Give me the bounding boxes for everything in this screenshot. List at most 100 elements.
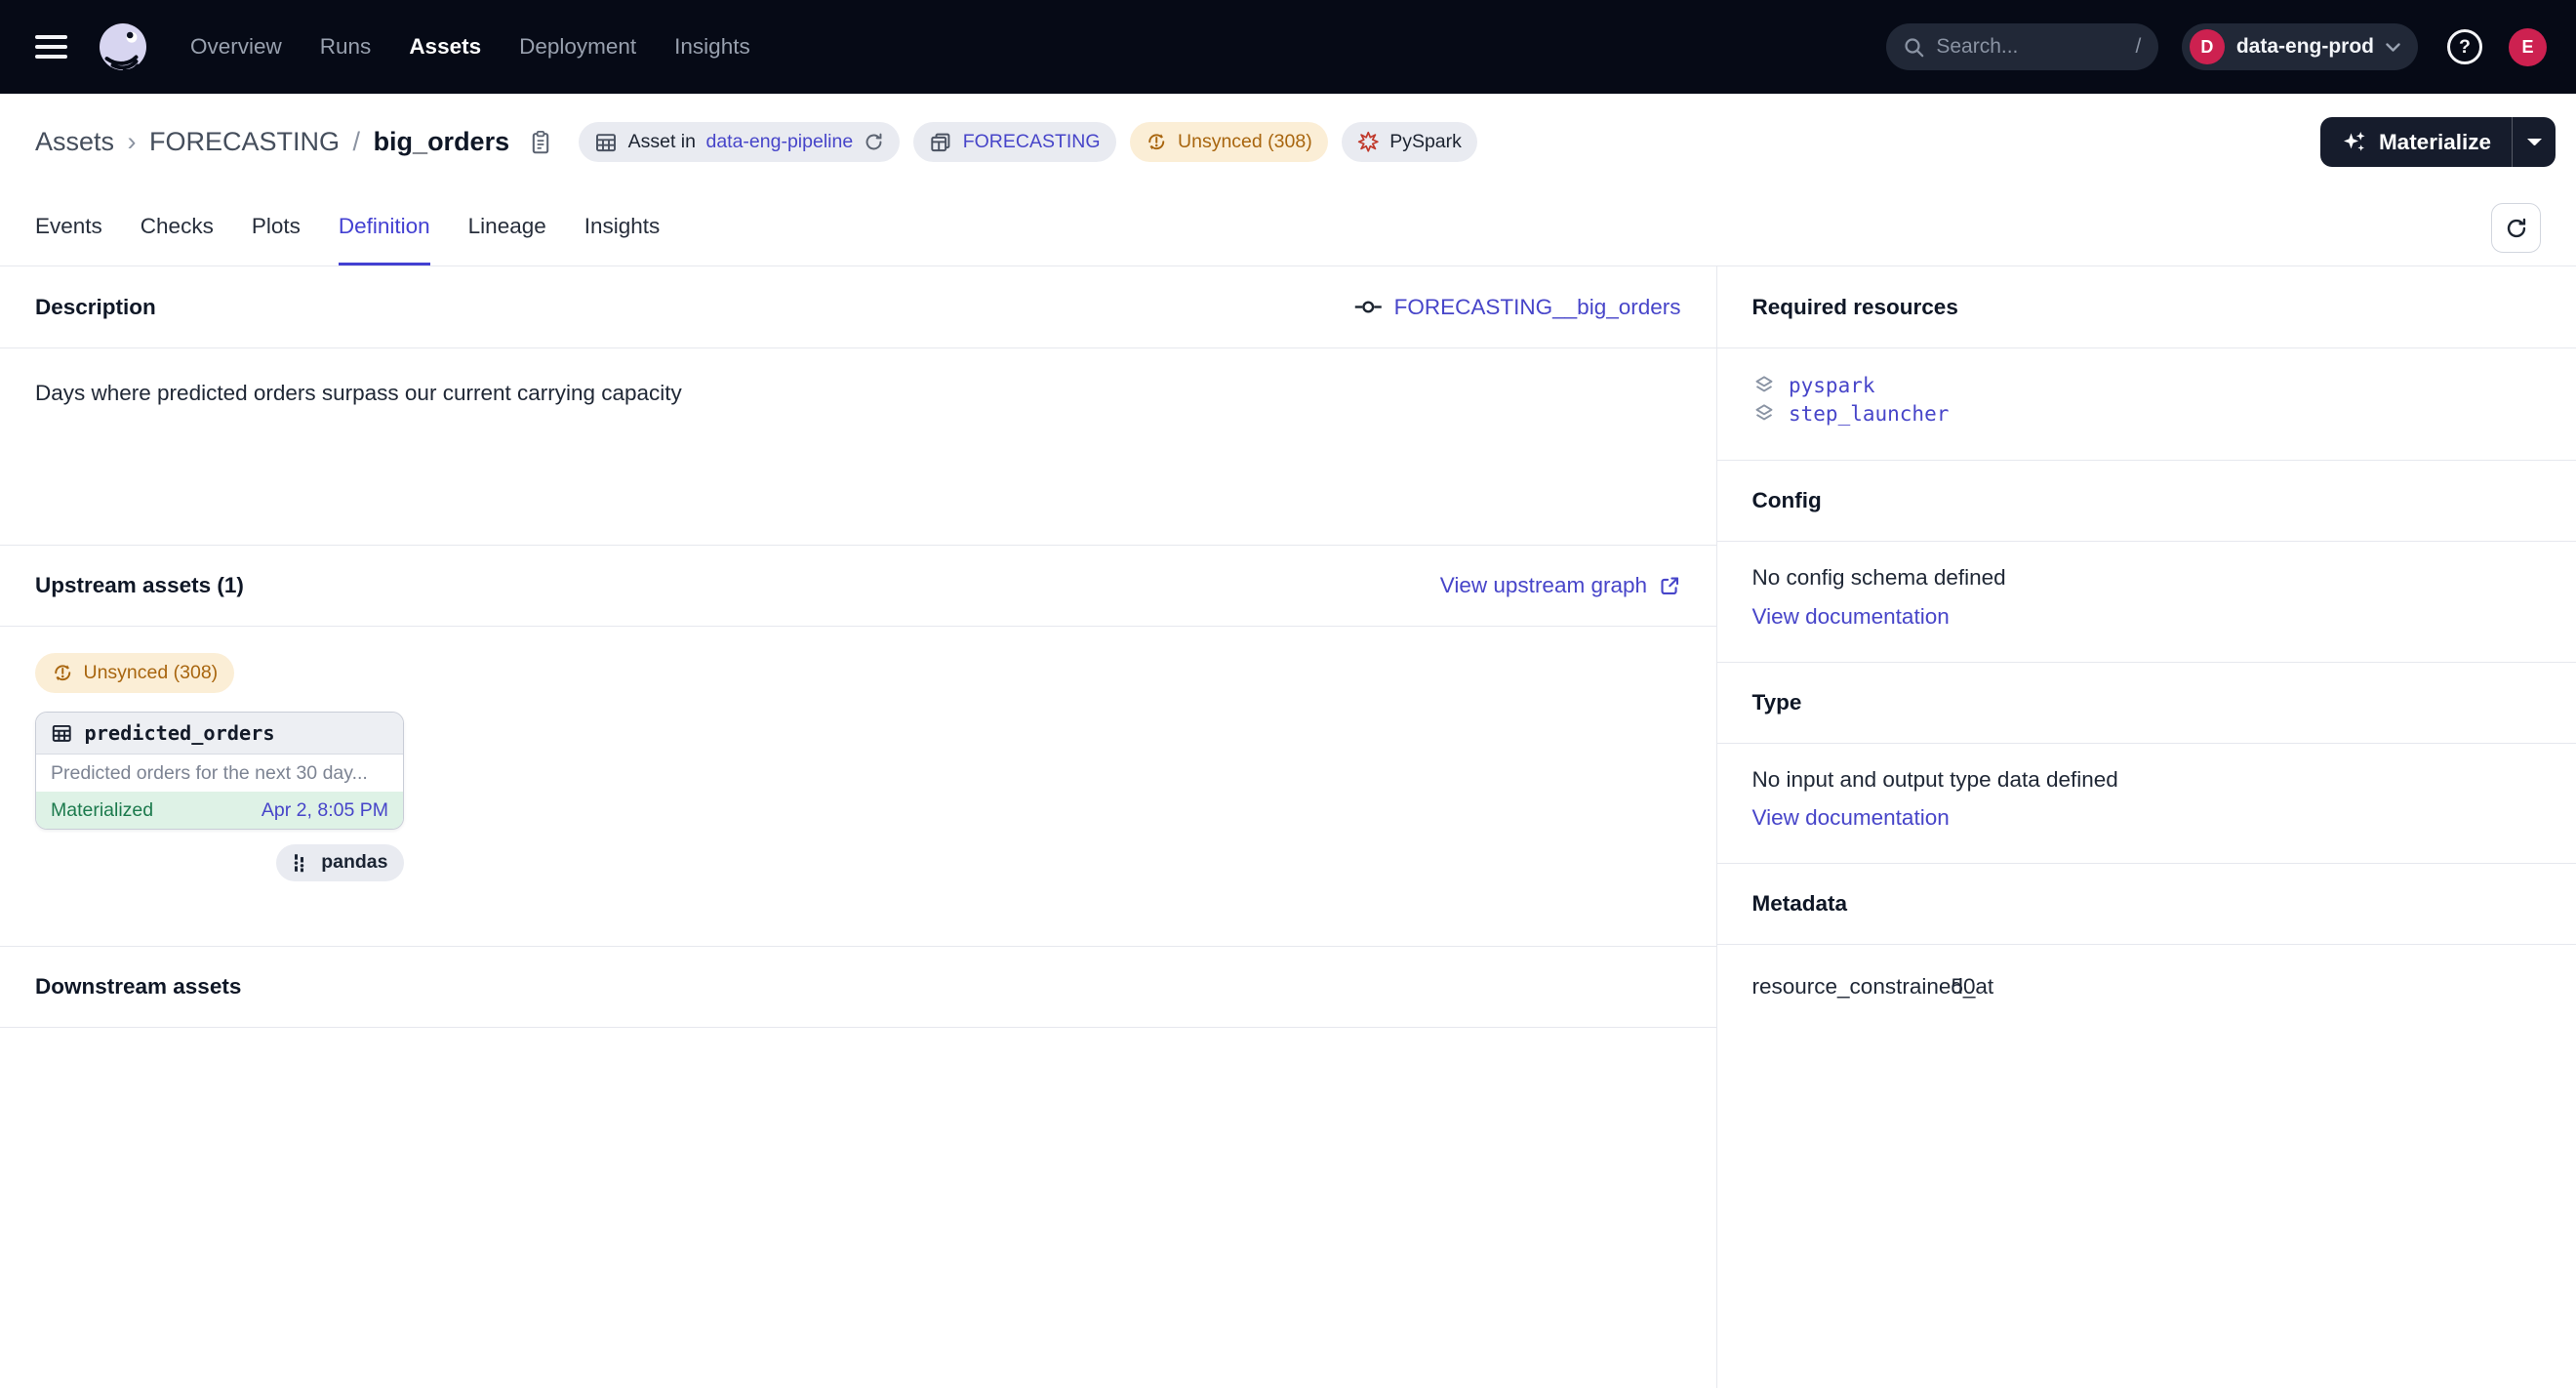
tag-unsynced-label: Unsynced (308) xyxy=(1178,131,1312,153)
nav-overview[interactable]: Overview xyxy=(190,34,282,60)
dagster-app: Overview Runs Assets Deployment Insights… xyxy=(0,0,2576,1388)
menu-icon[interactable] xyxy=(35,35,67,58)
search-placeholder: Search... xyxy=(1936,35,2123,59)
tab-definition[interactable]: Definition xyxy=(339,190,430,265)
compute-kind-row: pandas xyxy=(35,844,404,881)
tag-asset-in-pipeline[interactable]: Asset in data-eng-pipeline xyxy=(579,122,901,162)
pandas-tag[interactable]: pandas xyxy=(276,844,404,881)
materialize-button[interactable]: Materialize xyxy=(2320,117,2512,167)
top-nav: Overview Runs Assets Deployment Insights… xyxy=(0,0,2576,94)
sparkles-icon xyxy=(2341,129,2367,155)
config-body: No config schema defined View documentat… xyxy=(1717,542,2576,662)
view-upstream-graph-label: View upstream graph xyxy=(1440,573,1647,598)
tag-pyspark-label: PySpark xyxy=(1389,131,1462,153)
asset-card-name: predicted_orders xyxy=(85,721,275,745)
type-title: Type xyxy=(1752,690,1802,715)
config-header: Config xyxy=(1717,460,2576,542)
breadcrumb-chevron: › xyxy=(128,127,137,157)
layers-icon xyxy=(1752,374,1776,397)
tab-plots[interactable]: Plots xyxy=(252,190,301,265)
nav-insights[interactable]: Insights xyxy=(674,34,750,60)
search-input[interactable]: Search... / xyxy=(1886,23,2158,70)
nav-assets[interactable]: Assets xyxy=(409,34,481,60)
breadcrumb-group[interactable]: FORECASTING xyxy=(149,127,340,157)
asset-card-status-row: Materialized Apr 2, 8:05 PM xyxy=(36,792,403,829)
type-docs-link[interactable]: View documentation xyxy=(1752,805,1950,831)
pandas-icon xyxy=(292,852,311,875)
asset-tabs: Events Checks Plots Definition Lineage I… xyxy=(0,190,2576,266)
job-link-label: FORECASTING__big_orders xyxy=(1394,295,1681,320)
job-icon xyxy=(1354,300,1383,314)
search-icon xyxy=(1904,37,1924,58)
dagster-logo[interactable] xyxy=(94,18,152,76)
caret-down-icon xyxy=(2527,139,2542,146)
table-icon xyxy=(594,131,618,154)
refresh-button[interactable] xyxy=(2491,203,2541,253)
materialize-label: Materialize xyxy=(2379,130,2491,155)
tab-insights[interactable]: Insights xyxy=(584,190,661,265)
materialize-dropdown-button[interactable] xyxy=(2512,117,2556,167)
unsynced-badge-label: Unsynced (308) xyxy=(84,662,219,684)
refresh-icon xyxy=(2505,217,2528,240)
asset-name: big_orders xyxy=(374,127,510,157)
tag-prefix: Asset in xyxy=(628,131,696,153)
tag-group-forecasting[interactable]: FORECASTING xyxy=(913,122,1116,162)
metadata-row: resource_constrained_at 50 xyxy=(1752,968,2542,1005)
resource-link-pyspark[interactable]: pyspark xyxy=(1789,372,1875,400)
page-header: Assets › FORECASTING / big_orders xyxy=(0,94,2576,190)
tag-pyspark[interactable]: PySpark xyxy=(1342,122,1478,162)
deployment-badge: D xyxy=(2190,29,2225,64)
description-title: Description xyxy=(35,295,156,320)
table-icon xyxy=(51,722,73,745)
pyspark-star-icon xyxy=(1357,131,1380,153)
external-link-icon xyxy=(1659,575,1681,597)
user-avatar[interactable]: E xyxy=(2509,28,2547,66)
question-mark-icon: ? xyxy=(2459,36,2471,59)
resource-link-step-launcher[interactable]: step_launcher xyxy=(1789,400,1949,429)
config-title: Config xyxy=(1752,488,1822,513)
breadcrumb-slash: / xyxy=(353,127,361,157)
stacked-tables-icon xyxy=(929,131,952,154)
help-button[interactable]: ? xyxy=(2447,29,2482,64)
metadata-key: resource_constrained_at xyxy=(1752,974,1952,1000)
metadata-header: Metadata xyxy=(1717,863,2576,945)
layers-icon xyxy=(1752,402,1776,426)
breadcrumb: Assets › FORECASTING / big_orders xyxy=(35,127,552,157)
breadcrumb-assets[interactable]: Assets xyxy=(35,127,114,157)
materialize-split-button: Materialize xyxy=(2320,117,2556,167)
downstream-header: Downstream assets xyxy=(0,946,1716,1028)
materialized-timestamp[interactable]: Apr 2, 8:05 PM xyxy=(262,799,388,822)
metadata-value: 50 xyxy=(1952,974,1976,1000)
resource-item: pyspark xyxy=(1752,372,2542,400)
description-header: Description FORECASTING__big_orders xyxy=(0,266,1716,348)
job-link[interactable]: FORECASTING__big_orders xyxy=(1354,295,1680,320)
type-message: No input and output type data defined xyxy=(1752,767,2542,793)
tag-unsynced[interactable]: Unsynced (308) xyxy=(1130,122,1329,162)
clipboard-icon xyxy=(529,130,552,155)
refresh-icon[interactable] xyxy=(864,132,884,152)
upstream-header: Upstream assets (1) View upstream graph xyxy=(0,545,1716,627)
right-panel: Required resources pyspark step_launcher xyxy=(1717,266,2576,1388)
view-upstream-graph-link[interactable]: View upstream graph xyxy=(1440,573,1681,598)
upstream-assets-area: Unsynced (308) predicted_orders Predicte… xyxy=(0,627,1716,946)
resource-item: step_launcher xyxy=(1752,400,2542,429)
tab-checks[interactable]: Checks xyxy=(141,190,214,265)
metadata-table: resource_constrained_at 50 xyxy=(1717,945,2576,1038)
tag-group-label: FORECASTING xyxy=(963,131,1101,153)
sync-alert-icon xyxy=(52,662,74,684)
definition-content: Description FORECASTING__big_orders Days… xyxy=(0,266,2576,1388)
tab-events[interactable]: Events xyxy=(35,190,102,265)
nav-runs[interactable]: Runs xyxy=(320,34,372,60)
copy-button[interactable] xyxy=(529,130,552,155)
config-docs-link[interactable]: View documentation xyxy=(1752,604,1950,630)
type-header: Type xyxy=(1717,662,2576,744)
unsynced-badge[interactable]: Unsynced (308) xyxy=(35,653,234,693)
pipeline-link[interactable]: data-eng-pipeline xyxy=(705,131,853,153)
deployment-name: data-eng-prod xyxy=(2236,35,2374,59)
nav-deployment[interactable]: Deployment xyxy=(519,34,636,60)
tab-lineage[interactable]: Lineage xyxy=(468,190,546,265)
resources-title: Required resources xyxy=(1752,295,1958,320)
upstream-asset-card[interactable]: predicted_orders Predicted orders for th… xyxy=(35,712,404,830)
deployment-switcher[interactable]: D data-eng-prod xyxy=(2182,23,2418,70)
description-text: Days where predicted orders surpass our … xyxy=(0,348,1716,545)
